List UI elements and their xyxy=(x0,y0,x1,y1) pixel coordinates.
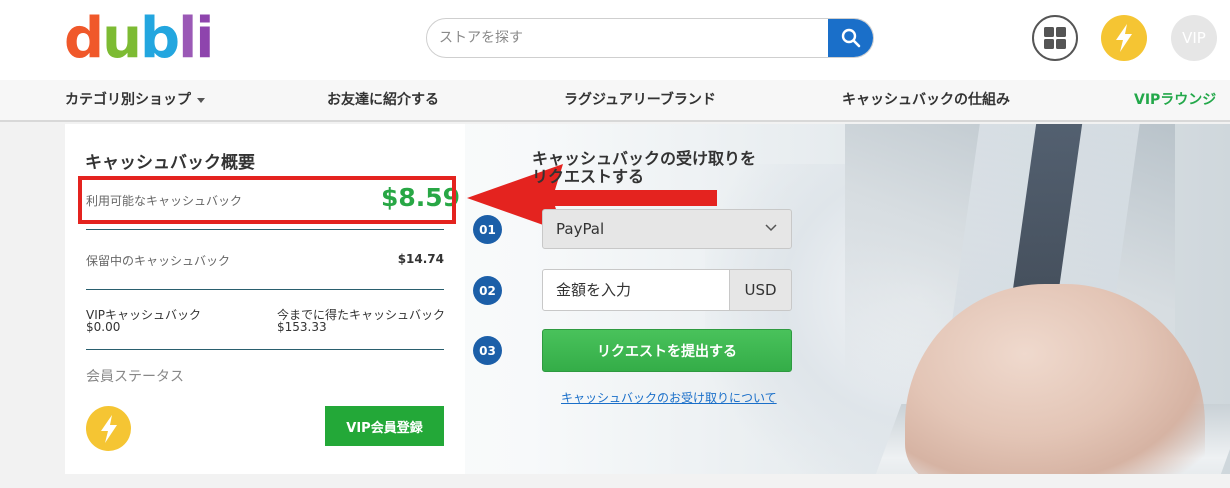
lightning-icon xyxy=(1116,24,1132,52)
search-icon xyxy=(841,28,860,48)
nav-refer[interactable]: お友達に紹介する xyxy=(327,80,439,120)
step-badge-1: 01 xyxy=(473,215,502,244)
main-nav: カテゴリ別ショップ お友達に紹介する ラグジュアリーブランド キャッシュバックの… xyxy=(0,80,1230,122)
nav-categories[interactable]: カテゴリ別ショップ xyxy=(65,80,205,120)
divider xyxy=(86,229,444,230)
logo-letter: d xyxy=(64,6,104,71)
boost-button[interactable] xyxy=(1101,15,1147,61)
logo-letter: u xyxy=(102,6,142,71)
request-title-line2: リクエストする xyxy=(532,167,645,186)
chevron-down-icon xyxy=(765,224,777,232)
logo-letter: i xyxy=(195,6,214,71)
vip-signup-button[interactable]: VIP会員登録 xyxy=(325,406,444,446)
amount-input[interactable] xyxy=(542,269,730,311)
search-input[interactable] xyxy=(427,19,831,57)
overview-title: キャッシュバック概要 xyxy=(85,153,255,173)
cashback-help-link[interactable]: キャッシュバックのお受け取りについて xyxy=(561,389,777,406)
step-badge-2: 02 xyxy=(473,276,502,305)
vip-button[interactable]: VIP xyxy=(1171,15,1217,61)
nav-categories-label: カテゴリ別ショップ xyxy=(65,92,191,108)
header: dubli VIP xyxy=(0,0,1230,80)
member-status-label: 会員ステータス xyxy=(86,369,184,385)
dubli-logo[interactable]: dubli xyxy=(64,6,214,71)
grid-icon xyxy=(1044,27,1066,49)
payment-method-select[interactable]: PayPal xyxy=(542,209,792,249)
submit-request-button[interactable]: リクエストを提出する xyxy=(542,329,792,372)
chevron-down-icon xyxy=(197,97,205,103)
pending-cashback-label: 保留中のキャッシュバック xyxy=(86,254,231,268)
step-badge-3: 03 xyxy=(473,336,502,365)
earned-cashback-value: $153.33 xyxy=(277,320,327,334)
search-button[interactable] xyxy=(828,19,873,57)
lightning-icon xyxy=(100,414,117,443)
divider xyxy=(86,349,444,350)
nav-how-it-works[interactable]: キャッシュバックの仕組み xyxy=(842,80,1010,120)
apps-grid-button[interactable] xyxy=(1032,15,1078,61)
logo-letter: b xyxy=(139,6,180,71)
request-title: キャッシュバックの受け取りを リクエストする xyxy=(532,150,802,186)
currency-label: USD xyxy=(729,269,792,311)
vip-cashback-value: $0.00 xyxy=(86,320,121,334)
highlight-box xyxy=(78,176,456,224)
member-status-badge xyxy=(86,406,131,451)
nav-vip-lounge[interactable]: VIPラウンジ xyxy=(1134,80,1216,120)
payment-method-value: PayPal xyxy=(556,220,605,238)
search-bar xyxy=(426,18,874,58)
pending-cashback-value: $14.74 xyxy=(397,252,444,266)
nav-luxury[interactable]: ラグジュアリーブランド xyxy=(564,80,716,120)
request-title-line1: キャッシュバックの受け取りを xyxy=(532,149,757,168)
divider xyxy=(86,289,444,290)
logo-letter: l xyxy=(178,6,197,71)
